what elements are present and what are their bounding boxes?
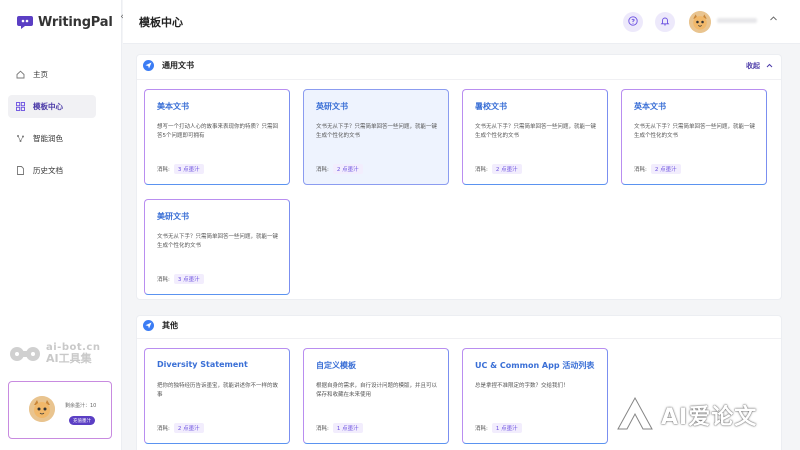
collapse-label: 收起 xyxy=(746,62,760,70)
chevron-up-icon xyxy=(766,62,773,71)
paper-plane-icon xyxy=(143,320,154,331)
watermark-ai-bot: ai-bot.cn AI工具集 xyxy=(8,343,100,364)
logo-icon xyxy=(16,14,34,30)
card-cost: 消耗: 3 点墨汁 xyxy=(157,274,204,284)
card-title: 美本文书 xyxy=(157,102,189,111)
brand-name: WritingPal xyxy=(38,14,113,30)
section-header: 通用文书 xyxy=(143,60,194,71)
help-button[interactable] xyxy=(623,12,643,32)
help-icon xyxy=(628,15,638,29)
card-cost: 消耗: 2 点墨汁 xyxy=(316,164,363,174)
card-title: 美研文书 xyxy=(157,212,189,221)
user-avatar[interactable] xyxy=(689,11,711,33)
sidebar-item-label: 模板中心 xyxy=(33,102,63,111)
card-cost: 消耗: 1 点墨汁 xyxy=(316,423,363,433)
template-card[interactable]: Diversity Statement 把你的独特经历告诉墨宝，就能讲述你不一样… xyxy=(144,348,290,444)
sidebar-item-label: 历史文档 xyxy=(33,166,63,175)
cost-label: 消耗: xyxy=(157,426,170,432)
cost-label: 消耗: xyxy=(157,167,170,173)
card-title: 英研文书 xyxy=(316,102,348,111)
recharge-button[interactable]: 充值墨汁 xyxy=(69,416,95,425)
bell-icon xyxy=(660,16,670,29)
section-divider xyxy=(137,79,781,80)
document-icon xyxy=(16,166,25,175)
template-card[interactable]: 暑校文书 文书无从下手？只需简单回答一些问题，就能一键生成个性化的文书 消耗: … xyxy=(462,89,608,185)
section-title: 其他 xyxy=(162,321,178,330)
cost-badge: 2 点墨汁 xyxy=(650,164,681,174)
card-description: 文书无从下手？只需简单回答一些问题，就能一键生成个性化的文书 xyxy=(475,124,597,139)
mascot-avatar xyxy=(29,396,55,422)
section-divider xyxy=(137,338,781,339)
sidebar-item-polish[interactable]: 智能润色 xyxy=(8,127,96,150)
user-name-blurred xyxy=(717,18,757,23)
card-cost: 消耗: 2 点墨汁 xyxy=(475,164,522,174)
card-cost: 消耗: 2 点墨汁 xyxy=(634,164,681,174)
collapse-section-button[interactable]: 收起 xyxy=(746,61,773,71)
cost-label: 消耗: xyxy=(475,167,488,173)
card-title: 英本文书 xyxy=(634,102,666,111)
card-description: 文书无从下手？只需简单回答一些问题，就能一键生成个性化的文书 xyxy=(157,234,279,249)
sidebar-nav: 主页 模板中心 智能润色 历史文档 xyxy=(8,63,96,191)
section-general-essays: 通用文书 收起 美本文书 想写一个打动人心的故事来表现你的特质？只需回答5个问题… xyxy=(136,54,782,300)
card-title: 暑校文书 xyxy=(475,102,507,111)
template-card[interactable]: 英研文书 文书无从下手？只需简单回答一些问题，就能一键生成个性化的文书 消耗: … xyxy=(303,89,449,185)
cost-badge: 3 点墨汁 xyxy=(173,164,204,174)
watermark-name: AI工具集 xyxy=(46,352,92,365)
card-description: 文书无从下手？只需简单回答一些问题，就能一键生成个性化的文书 xyxy=(316,124,438,139)
template-card[interactable]: 自定义模板 根据自身的需求，自行设计问题的模版，并且可以保存和收藏在未来使用 消… xyxy=(303,348,449,444)
card-title: Diversity Statement xyxy=(157,360,248,369)
chevron-up-icon[interactable] xyxy=(769,14,778,26)
grid-icon xyxy=(16,102,25,111)
paper-plane-icon xyxy=(143,60,154,71)
page-title: 模板中心 xyxy=(139,16,183,29)
sparkle-icon xyxy=(16,134,25,143)
cost-label: 消耗: xyxy=(157,277,170,283)
section-title: 通用文书 xyxy=(162,61,194,70)
notification-button[interactable] xyxy=(655,12,675,32)
cost-badge: 3 点墨汁 xyxy=(173,274,204,284)
top-header: 模板中心 xyxy=(123,0,800,44)
template-card[interactable]: UC & Common App 活动列表 总是拿捏不准限定的字数？交给我们！ 消… xyxy=(462,348,608,444)
sidebar-item-label: 智能润色 xyxy=(33,134,63,143)
sidebar-item-home[interactable]: 主页 xyxy=(8,63,96,86)
cost-badge: 1 点墨汁 xyxy=(332,423,363,433)
sidebar-item-label: 主页 xyxy=(33,70,48,79)
cost-label: 消耗: xyxy=(475,426,488,432)
cost-badge: 2 点墨汁 xyxy=(491,164,522,174)
card-description: 根据自身的需求，自行设计问题的模版，并且可以保存和收藏在未来使用 xyxy=(316,383,438,398)
card-description: 文书无从下手？只需简单回答一些问题，就能一键生成个性化的文书 xyxy=(634,124,756,139)
cost-label: 消耗: xyxy=(316,167,329,173)
logo-icon xyxy=(615,395,655,431)
robot-icon xyxy=(10,346,40,361)
template-card[interactable]: 英本文书 文书无从下手？只需简单回答一些问题，就能一键生成个性化的文书 消耗: … xyxy=(621,89,767,185)
card-cost: 消耗: 1 点墨汁 xyxy=(475,423,522,433)
card-description: 想写一个打动人心的故事来表现你的特质？只需回答5个问题即可拥有 xyxy=(157,124,279,139)
card-title: 自定义模板 xyxy=(316,361,356,370)
card-cost: 消耗: 3 点墨汁 xyxy=(157,164,204,174)
section-header: 其他 xyxy=(143,320,178,331)
card-description: 把你的独特经历告诉墨宝，就能讲述你不一样的故事 xyxy=(157,383,279,398)
ink-balance-text: 剩余墨汁：10 xyxy=(65,403,97,409)
watermark-text: AI爱论文 xyxy=(661,405,758,430)
sidebar-item-template-center[interactable]: 模板中心 xyxy=(8,95,96,118)
cost-badge: 2 点墨汁 xyxy=(173,423,204,433)
template-card[interactable]: 美研文书 文书无从下手？只需简单回答一些问题，就能一键生成个性化的文书 消耗: … xyxy=(144,199,290,295)
brand-logo[interactable]: WritingPal xyxy=(16,14,113,30)
home-icon xyxy=(16,70,25,79)
card-title: UC & Common App 活动列表 xyxy=(475,361,595,370)
cost-label: 消耗: xyxy=(316,426,329,432)
cost-badge: 2 点墨汁 xyxy=(332,164,363,174)
template-card[interactable]: 美本文书 想写一个打动人心的故事来表现你的特质？只需回答5个问题即可拥有 消耗:… xyxy=(144,89,290,185)
cost-badge: 1 点墨汁 xyxy=(491,423,522,433)
ink-balance-card: 剩余墨汁：10 充值墨汁 xyxy=(8,381,112,439)
sidebar-item-history[interactable]: 历史文档 xyxy=(8,159,96,182)
card-cost: 消耗: 2 点墨汁 xyxy=(157,423,204,433)
sidebar: WritingPal ‹ 主页 模板中心 智能润色 历史文档 ai-bot.cn… xyxy=(0,0,124,450)
card-description: 总是拿捏不准限定的字数？交给我们！ xyxy=(475,383,569,389)
watermark-ai-ailunwen: AI爱论文 xyxy=(615,395,757,435)
cost-label: 消耗: xyxy=(634,167,647,173)
